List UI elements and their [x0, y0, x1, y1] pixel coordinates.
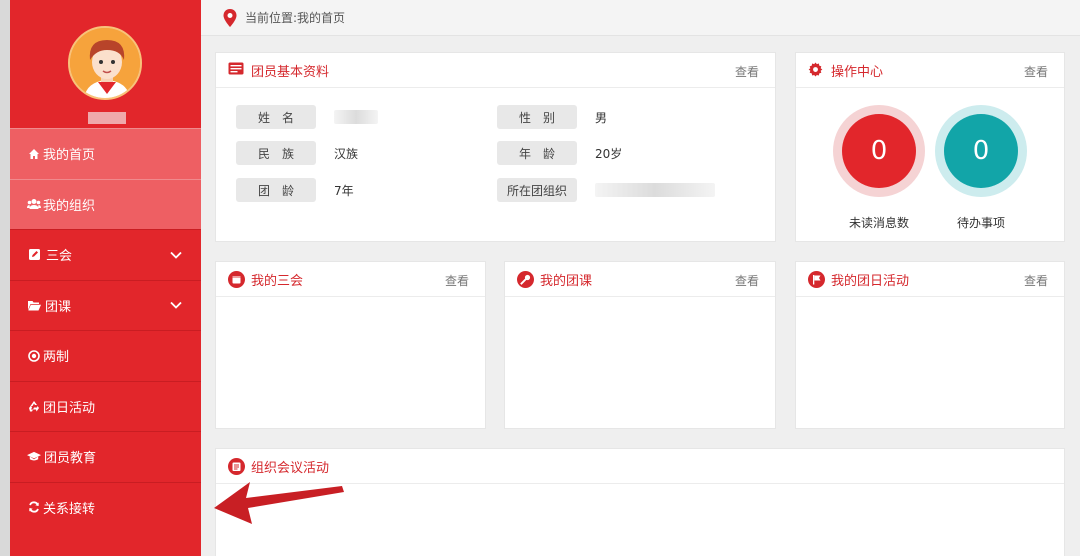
todo-label: 待办事项 [956, 216, 1005, 230]
panel-header: 我的三会 查看 [216, 262, 485, 297]
chevron-down-icon[interactable] [169, 298, 183, 312]
panel-header: 我的团日活动 查看 [796, 262, 1064, 297]
age-value: 20岁 [595, 146, 623, 161]
panel-title: 我的三会 [251, 273, 304, 289]
breadcrumb: 当前位置:我的首页 [245, 11, 346, 25]
unread-messages-badge[interactable]: 0 [833, 105, 925, 197]
unread-label: 未读消息数 [848, 216, 909, 230]
left-edge [0, 0, 10, 556]
recycle-icon [27, 399, 41, 413]
graduation-cap-icon [27, 450, 41, 464]
annotation-arrow-icon [214, 482, 344, 524]
ethnicity-label: 民 族 [236, 141, 316, 165]
panel-title: 我的团日活动 [831, 273, 910, 289]
name-value-redacted [334, 110, 378, 125]
id-card-icon [228, 62, 245, 79]
sanhui-panel: 我的三会 查看 [215, 261, 486, 429]
panel-header: 团员基本资料 查看 [216, 53, 775, 88]
sidebar-item-education[interactable]: 团员教育 [10, 431, 201, 482]
avatar-illustration [70, 28, 140, 98]
sidebar-item-label: 团员教育 [44, 451, 97, 467]
gender-row: 性 别 男 [497, 104, 607, 130]
flag-icon [808, 270, 825, 288]
sidebar-item-liangzhi[interactable]: 两制 [10, 330, 201, 381]
league-age-label: 团 龄 [236, 178, 316, 202]
sidebar: 我的首页 我的组织 三会 团课 两制 团日活动 团员教育 关系接转 [10, 0, 201, 556]
ethnicity-value: 汉族 [334, 146, 359, 161]
panel-title: 组织会议活动 [251, 460, 330, 476]
organization-label: 所在团组织 [497, 178, 577, 202]
view-more-link[interactable]: 查看 [735, 63, 759, 80]
operations-panel: 操作中心 查看 0 未读消息数 0 待办事项 [795, 52, 1065, 242]
view-more-link[interactable]: 查看 [1024, 63, 1048, 80]
tuanri-panel: 我的团日活动 查看 [795, 261, 1065, 429]
sidebar-item-tuanke[interactable]: 团课 [10, 279, 201, 331]
sidebar-item-label: 团日活动 [43, 400, 96, 416]
calendar-icon [228, 270, 245, 288]
todo-count: 0 [944, 114, 1018, 188]
age-row: 年 龄 20岁 [497, 140, 622, 166]
panel-header: 我的团课 查看 [505, 262, 775, 297]
breadcrumb-bar: 当前位置:我的首页 [201, 0, 1080, 36]
sidebar-item-transfer[interactable]: 关系接转 [10, 481, 201, 533]
sidebar-item-label: 两制 [43, 350, 70, 366]
league-age-value: 7年 [334, 183, 354, 198]
edit-icon [27, 248, 41, 262]
username-redacted [88, 112, 126, 124]
ethnicity-row: 民 族 汉族 [236, 140, 358, 166]
view-more-link[interactable]: 查看 [735, 272, 759, 289]
profile-panel: 团员基本资料 查看 姓 名 性 别 男 民 族 汉族 年 龄 20岁 团 龄 7… [215, 52, 776, 242]
sidebar-item-label: 我的首页 [43, 148, 96, 164]
refresh-icon [27, 500, 41, 514]
location-pin-icon [223, 8, 237, 27]
panel-title: 团员基本资料 [251, 64, 330, 80]
organization-row: 所在团组织 [497, 177, 715, 203]
sidebar-item-label: 三会 [46, 249, 73, 265]
users-icon [27, 197, 41, 211]
microphone-icon [517, 270, 534, 288]
document-list-icon [228, 457, 245, 475]
sidebar-item-label: 关系接转 [43, 501, 96, 517]
chevron-down-icon[interactable] [169, 248, 183, 262]
panel-title: 我的团课 [540, 273, 593, 289]
folder-icon [27, 298, 41, 312]
organization-value-redacted [595, 183, 715, 198]
tuanke-panel: 我的团课 查看 [504, 261, 776, 429]
todo-badge[interactable]: 0 [935, 105, 1027, 197]
sidebar-item-organization[interactable]: 我的组织 [10, 178, 201, 229]
sidebar-item-sanhui[interactable]: 三会 [10, 229, 201, 280]
target-icon [27, 349, 41, 363]
name-row: 姓 名 [236, 104, 378, 130]
sidebar-item-tuanri[interactable]: 团日活动 [10, 380, 201, 432]
home-icon [27, 147, 41, 161]
panel-header: 操作中心 查看 [796, 53, 1064, 88]
avatar[interactable] [68, 26, 142, 100]
gender-value: 男 [595, 110, 608, 125]
league-age-row: 团 龄 7年 [236, 177, 354, 203]
unread-count: 0 [842, 114, 916, 188]
sidebar-item-home[interactable]: 我的首页 [10, 128, 201, 179]
gender-label: 性 别 [497, 105, 577, 129]
age-label: 年 龄 [497, 141, 577, 165]
profile-section [10, 0, 201, 128]
sidebar-item-label: 我的组织 [43, 198, 96, 214]
name-label: 姓 名 [236, 105, 316, 129]
gear-icon [808, 61, 825, 79]
sidebar-item-label: 团课 [45, 299, 72, 315]
view-more-link[interactable]: 查看 [445, 272, 469, 289]
panel-title: 操作中心 [831, 64, 884, 80]
view-more-link[interactable]: 查看 [1024, 272, 1048, 289]
